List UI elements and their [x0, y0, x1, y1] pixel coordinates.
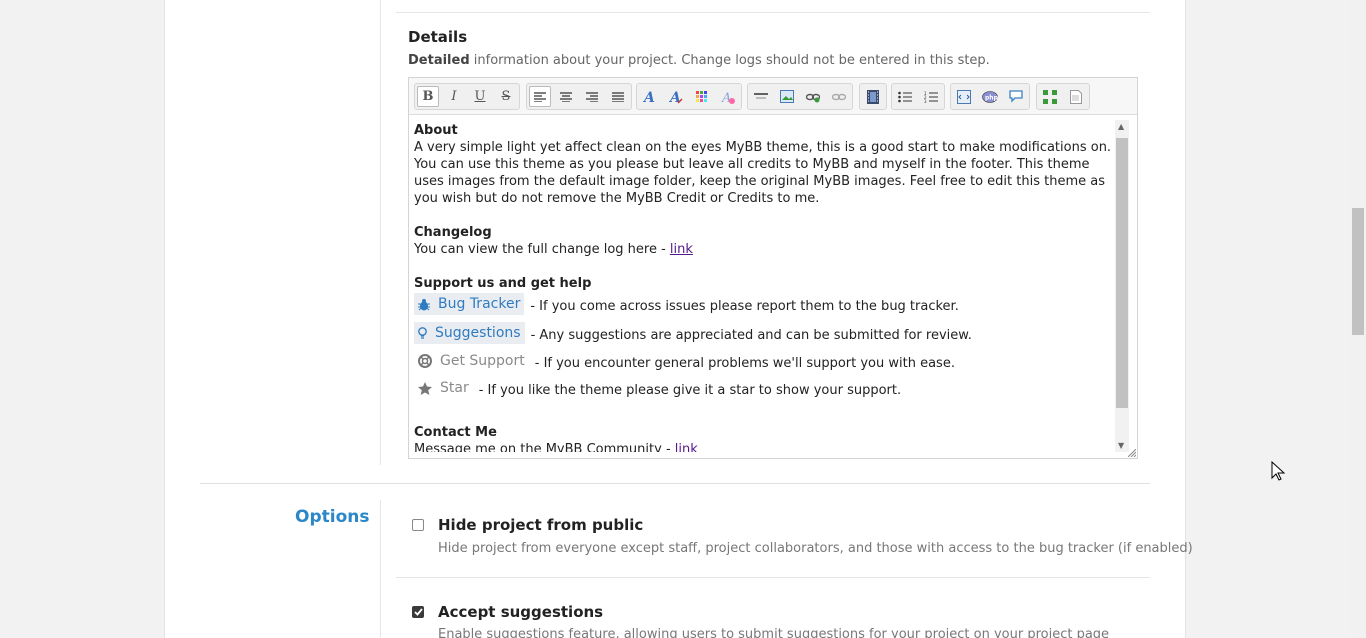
star-badge[interactable]: Star	[414, 377, 473, 399]
svg-text:A: A	[643, 90, 655, 104]
color-icon[interactable]	[689, 84, 715, 109]
support-heading: Support us and get help	[414, 276, 592, 291]
bug-icon	[418, 298, 430, 310]
changelog-text: You can view the full change log here - …	[414, 241, 1120, 258]
suggestions-label: Suggestions	[435, 324, 521, 341]
support-row-get-support: Get Support - If you encounter general p…	[414, 350, 955, 372]
editor-scroll-thumb[interactable]	[1116, 138, 1128, 408]
details-description: Detailed information about your project.…	[408, 53, 990, 68]
options-heading: Options	[295, 507, 370, 527]
get-support-label: Get Support	[440, 352, 525, 369]
checkmark-icon	[413, 608, 423, 616]
resize-handle-icon[interactable]	[1128, 449, 1136, 457]
option-divider	[396, 577, 1150, 578]
link-icon[interactable]	[800, 84, 826, 109]
accept-suggestions-checkbox[interactable]	[412, 606, 424, 618]
editor-scrollbar[interactable]: ▲ ▼	[1115, 120, 1129, 452]
about-text: A very simple light yet affect clean on …	[414, 140, 1112, 206]
toolbar-group-font: A A A	[636, 83, 742, 110]
mouse-cursor-icon	[1271, 461, 1285, 481]
hide-project-desc: Hide project from everyone except staff,…	[438, 541, 1193, 556]
toolbar-group-media	[859, 83, 887, 110]
star-label: Star	[440, 379, 469, 396]
font-name-icon[interactable]: A	[637, 84, 663, 109]
scroll-down-icon[interactable]: ▼	[1118, 441, 1124, 450]
toolbar-group-view	[1036, 83, 1090, 110]
italic-button[interactable]: I	[441, 84, 467, 109]
accept-suggestions-desc: Enable suggestions feature, allowing use…	[438, 627, 1110, 638]
support-row-suggestions: Suggestions - Any suggestions are apprec…	[414, 322, 972, 344]
changelog-heading: Changelog	[414, 225, 492, 240]
font-size-icon[interactable]: A	[663, 84, 689, 109]
get-support-badge[interactable]: Get Support	[414, 350, 529, 372]
contact-text-label: Message me on the MyBB Community -	[414, 442, 675, 452]
toolbar-group-align	[526, 83, 632, 110]
wysiwyg-editor[interactable]: B I U S A A A 123 php About A very simpl…	[408, 77, 1138, 459]
bold-button[interactable]: B	[417, 86, 439, 107]
details-title: Details	[408, 28, 468, 46]
toolbar-group-blocks: php	[950, 83, 1030, 110]
section-divider	[200, 483, 1150, 484]
code-icon[interactable]	[951, 84, 977, 109]
toolbar-group-insert	[747, 83, 853, 110]
unlink-icon[interactable]	[826, 84, 852, 109]
svg-text:php: php	[985, 94, 998, 101]
bullet-list-icon[interactable]	[892, 84, 918, 109]
underline-button[interactable]: U	[467, 84, 493, 109]
maximize-icon[interactable]	[1037, 84, 1063, 109]
bug-tracker-label: Bug Tracker	[438, 295, 521, 312]
align-right-icon[interactable]	[579, 84, 605, 109]
about-heading: About	[414, 123, 458, 138]
toolbar-group-lists: 123	[891, 83, 945, 110]
lightbulb-icon	[418, 326, 427, 339]
align-justify-icon[interactable]	[605, 84, 631, 109]
svg-text:3: 3	[924, 99, 927, 103]
toolbar-group-format: B I U S	[414, 83, 520, 110]
remove-format-icon[interactable]: A	[715, 84, 741, 109]
contact-link[interactable]: link	[675, 442, 698, 452]
strikethrough-button[interactable]: S	[493, 84, 519, 109]
suggestions-text: - Any suggestions are appreciated and ca…	[530, 328, 972, 343]
scroll-up-icon[interactable]: ▲	[1118, 122, 1124, 131]
star-text: - If you like the theme please give it a…	[478, 383, 902, 398]
hide-project-title: Hide project from public	[438, 516, 644, 534]
editor-content[interactable]: About A very simple light yet affect cle…	[414, 122, 1120, 452]
horizontal-rule-icon[interactable]	[748, 84, 774, 109]
bug-tracker-text: - If you come across issues please repor…	[530, 299, 959, 314]
suggestions-badge[interactable]: Suggestions	[414, 322, 525, 344]
php-icon[interactable]: php	[977, 84, 1003, 109]
contact-text: Message me on the MyBB Community - link	[414, 441, 1120, 452]
section-divider	[396, 12, 1150, 13]
lifebuoy-icon	[418, 354, 432, 368]
video-icon[interactable]	[860, 84, 886, 109]
page-scrollbar[interactable]	[1350, 0, 1366, 638]
changelog-text-label: You can view the full change log here -	[414, 242, 670, 257]
bug-tracker-badge[interactable]: Bug Tracker	[414, 293, 525, 315]
quote-icon[interactable]	[1003, 84, 1029, 109]
numbered-list-icon[interactable]: 123	[918, 84, 944, 109]
accept-suggestions-title: Accept suggestions	[438, 603, 604, 621]
details-desc-bold: Detailed	[408, 53, 470, 68]
page-scroll-thumb[interactable]	[1352, 208, 1364, 335]
support-row-star: Star - If you like the theme please give…	[414, 377, 901, 399]
support-row-bug-tracker: Bug Tracker - If you come across issues …	[414, 293, 959, 315]
contact-heading: Contact Me	[414, 425, 497, 440]
source-view-icon[interactable]	[1063, 84, 1089, 109]
column-divider	[380, 500, 381, 638]
star-icon	[418, 381, 432, 395]
editor-toolbar: B I U S A A A 123 php	[409, 78, 1137, 115]
hide-project-checkbox[interactable]	[412, 519, 424, 531]
column-divider	[380, 0, 381, 465]
get-support-text: - If you encounter general problems we'l…	[534, 356, 955, 371]
image-icon[interactable]	[774, 84, 800, 109]
align-center-icon[interactable]	[553, 84, 579, 109]
changelog-link[interactable]: link	[670, 242, 693, 257]
align-left-icon[interactable]	[529, 86, 551, 107]
details-desc-rest: information about your project. Change l…	[469, 53, 990, 68]
